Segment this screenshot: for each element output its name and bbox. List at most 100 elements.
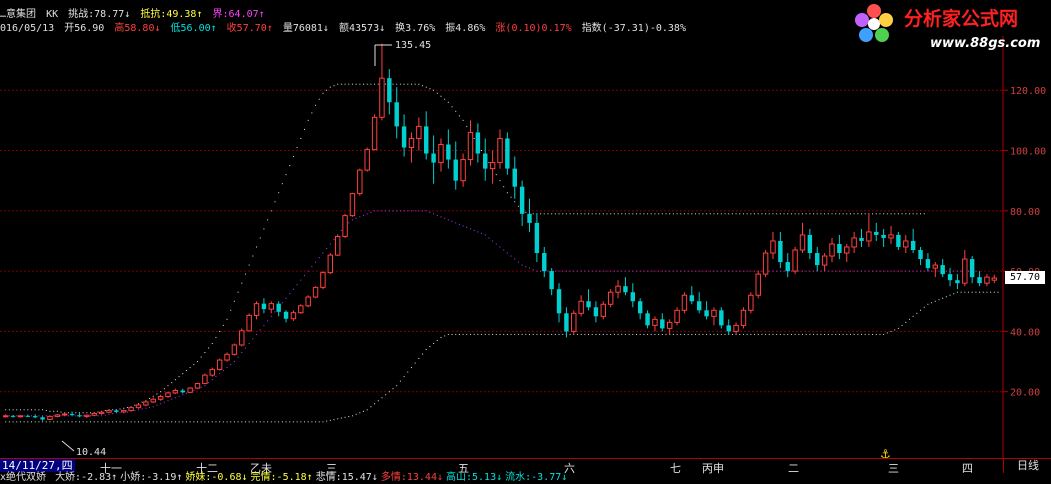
candlestick[interactable] [268, 301, 275, 314]
candlestick[interactable] [527, 198, 532, 232]
candlestick[interactable] [143, 400, 149, 407]
candlestick[interactable] [91, 412, 97, 416]
candlestick[interactable] [534, 213, 540, 263]
candlestick[interactable] [778, 231, 783, 269]
candlestick[interactable] [305, 295, 311, 308]
candlestick[interactable] [666, 319, 673, 335]
candlestick[interactable] [320, 271, 326, 290]
candlestick[interactable] [821, 253, 828, 272]
candlestick[interactable] [408, 132, 415, 163]
candlestick[interactable] [792, 246, 798, 275]
candlestick[interactable] [349, 192, 356, 217]
candlestick[interactable] [194, 382, 201, 389]
candlestick[interactable] [711, 307, 717, 326]
candlestick[interactable] [424, 111, 429, 160]
candlestick[interactable] [475, 123, 481, 163]
candlestick[interactable] [799, 222, 806, 254]
candlestick[interactable] [438, 138, 444, 172]
candlestick[interactable] [689, 286, 695, 305]
candlestick[interactable] [969, 256, 975, 284]
candlestick[interactable] [660, 313, 665, 332]
candlestick[interactable] [416, 117, 422, 151]
candlestick[interactable] [881, 228, 886, 247]
candlestick[interactable] [564, 307, 569, 338]
candlestick[interactable] [47, 415, 53, 421]
candlestick[interactable] [394, 87, 399, 139]
candlestick[interactable] [762, 250, 769, 278]
candlestick[interactable] [623, 277, 628, 296]
candlestick[interactable] [859, 228, 864, 247]
candlestick[interactable] [593, 301, 599, 323]
candlestick[interactable] [157, 394, 164, 401]
candlestick[interactable] [69, 411, 75, 416]
candlestick[interactable] [135, 403, 142, 409]
candlestick[interactable] [98, 410, 105, 415]
candlestick[interactable] [519, 180, 525, 226]
candlestick[interactable] [17, 415, 24, 418]
candlestick[interactable] [32, 414, 38, 419]
candlestick[interactable] [940, 259, 945, 278]
candlestick[interactable] [645, 310, 650, 329]
candlestick[interactable] [571, 310, 577, 335]
candlestick[interactable] [467, 120, 474, 166]
candlestick[interactable] [726, 319, 731, 335]
candlestick[interactable] [453, 141, 458, 190]
candlestick[interactable] [600, 301, 607, 320]
candlestick[interactable] [748, 292, 754, 314]
candlestick[interactable] [371, 114, 378, 151]
candlestick[interactable] [246, 313, 252, 332]
candlestick[interactable] [239, 328, 245, 347]
time-axis[interactable]: 14/11/27,四 十一 十二 乙未 三 五 六 七 丙申 二 三 四 日线 [0, 458, 1051, 475]
candlestick[interactable] [231, 343, 238, 356]
candlestick[interactable] [704, 301, 709, 320]
candlestick[interactable] [216, 358, 223, 371]
candlestick[interactable] [505, 132, 510, 175]
candlestick[interactable] [25, 414, 31, 418]
candlestick[interactable] [512, 156, 517, 199]
candlestick[interactable] [61, 412, 68, 416]
candlestick[interactable] [77, 413, 82, 418]
candlestick[interactable] [837, 234, 842, 260]
candlestick[interactable] [106, 409, 112, 414]
candlestick[interactable] [460, 153, 466, 187]
candlestick[interactable] [630, 283, 636, 308]
candlestick[interactable] [54, 414, 61, 418]
candlestick[interactable] [312, 286, 319, 299]
candlestick[interactable] [114, 409, 119, 413]
candlestick[interactable] [578, 295, 584, 317]
candlestick[interactable] [844, 243, 850, 263]
candlestick[interactable] [165, 391, 171, 398]
candlestick[interactable] [209, 367, 215, 377]
candlestick[interactable] [40, 416, 45, 421]
candlestick[interactable] [364, 147, 370, 172]
candlestick[interactable] [955, 274, 960, 290]
candlestick[interactable] [253, 301, 260, 320]
candlesticks[interactable] [2, 43, 998, 421]
candlestick[interactable] [128, 406, 134, 411]
candlestick[interactable] [202, 373, 208, 385]
candlestick[interactable] [932, 262, 939, 278]
candlestick[interactable] [84, 414, 90, 418]
candlestick[interactable] [431, 135, 436, 184]
candlestick[interactable] [180, 388, 185, 394]
candlestick[interactable] [446, 129, 451, 169]
candlestick[interactable] [719, 307, 724, 329]
candlestick[interactable] [298, 304, 304, 314]
candlestick[interactable] [681, 292, 688, 314]
candlestick[interactable] [586, 289, 591, 311]
candlestick[interactable] [357, 168, 363, 196]
candlestick[interactable] [283, 310, 289, 323]
candlestick[interactable] [918, 246, 923, 266]
candlestick[interactable] [276, 301, 281, 317]
candlestick[interactable] [888, 225, 894, 244]
candlestick[interactable] [977, 271, 982, 287]
candlestick[interactable] [549, 268, 554, 296]
stock-name[interactable]: …意集团 [0, 9, 36, 20]
candlestick[interactable] [224, 352, 230, 362]
candlestick[interactable] [815, 246, 820, 272]
candlestick[interactable] [874, 222, 879, 241]
candlestick[interactable] [696, 292, 702, 314]
candlestick[interactable] [903, 234, 909, 254]
candlestick[interactable] [674, 307, 680, 326]
period-button[interactable]: 日线 [1003, 459, 1051, 473]
